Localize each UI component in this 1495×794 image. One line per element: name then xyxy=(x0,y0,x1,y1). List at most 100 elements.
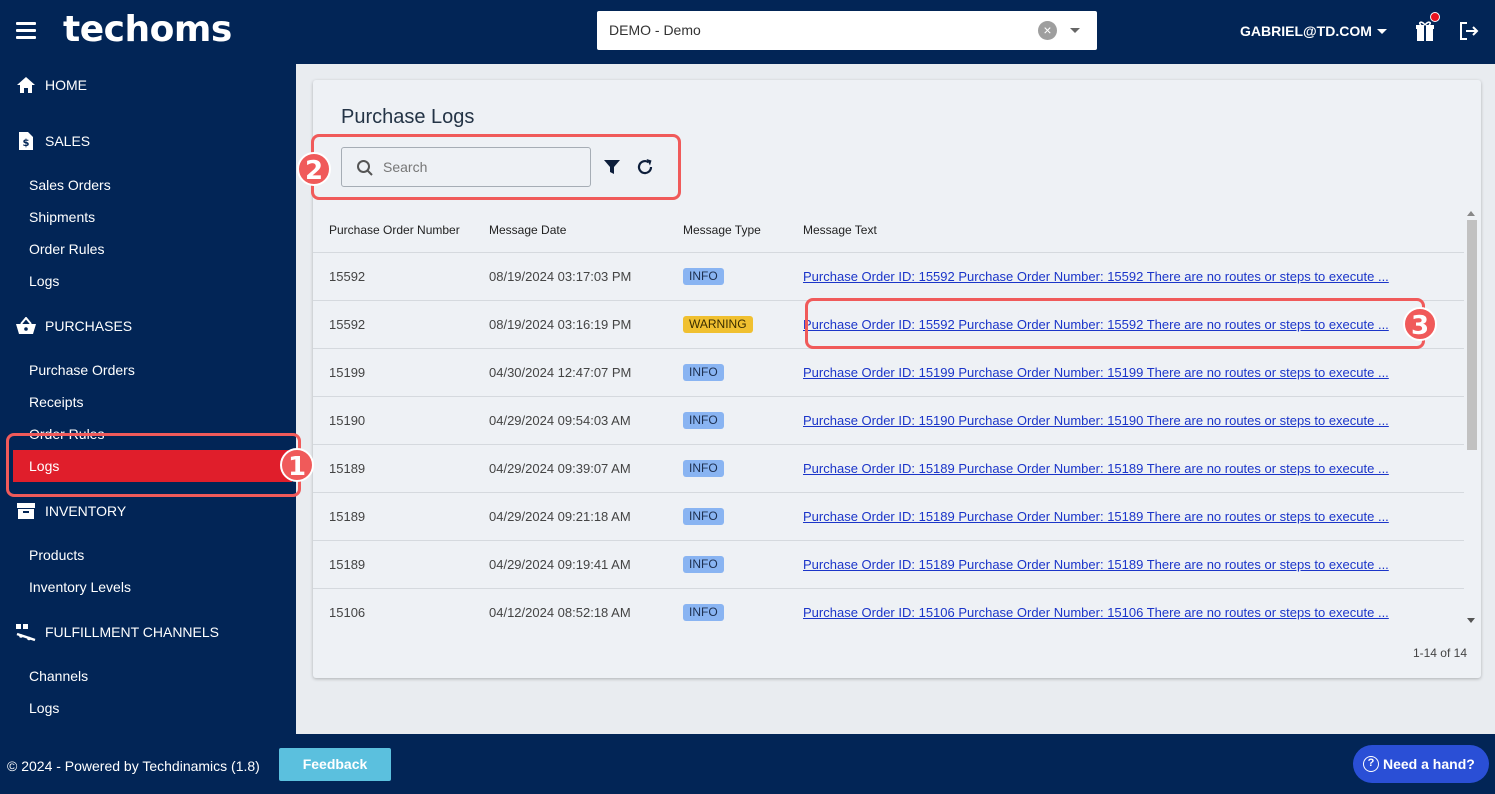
table-header-row: Purchase Order Number Message Date Messa… xyxy=(313,208,1464,253)
tenant-select[interactable]: DEMO - Demo × xyxy=(597,11,1097,50)
menu-icon[interactable] xyxy=(16,22,36,39)
svg-text:$: $ xyxy=(23,138,30,149)
sidebar-item-channel-logs[interactable]: Logs xyxy=(29,700,59,716)
message-type-badge: INFO xyxy=(683,507,724,525)
scroll-down-icon[interactable] xyxy=(1467,618,1475,623)
notification-dot xyxy=(1430,12,1440,22)
home-icon xyxy=(15,74,37,96)
sidebar-item-channels[interactable]: Channels xyxy=(29,668,88,684)
message-type-badge: INFO xyxy=(683,267,724,285)
sidebar-section-label: PURCHASES xyxy=(45,318,133,334)
sidebar-section-label: SALES xyxy=(45,133,91,149)
column-header-message-type[interactable]: Message Type xyxy=(683,208,803,253)
message-date-cell: 08/19/2024 03:17:03 PM xyxy=(489,252,683,301)
sidebar-item-receipts[interactable]: Receipts xyxy=(29,394,83,410)
chevron-down-icon[interactable] xyxy=(1070,28,1080,33)
sidebar-item-shipments[interactable]: Shipments xyxy=(29,209,95,225)
sidebar-section-label: INVENTORY xyxy=(45,503,127,519)
po-number-cell: 15592 xyxy=(313,300,489,349)
message-date-cell: 04/29/2024 09:21:18 AM xyxy=(489,492,683,541)
po-number-cell: 15189 xyxy=(313,540,489,589)
message-type-badge: INFO xyxy=(683,459,724,477)
message-type-badge: INFO xyxy=(683,411,724,429)
message-type-badge: WARNING xyxy=(683,315,753,333)
question-icon: ? xyxy=(1363,756,1379,772)
message-text-link[interactable]: Purchase Order ID: 15106 Purchase Order … xyxy=(803,605,1389,620)
message-text-link[interactable]: Purchase Order ID: 15189 Purchase Order … xyxy=(803,461,1389,476)
sidebar-section-home[interactable]: HOME xyxy=(15,74,87,96)
sidebar-item-purchase-orders[interactable]: Purchase Orders xyxy=(29,362,135,378)
message-date-cell: 04/12/2024 08:52:18 AM xyxy=(489,588,683,628)
table-scrollbar[interactable] xyxy=(1464,208,1478,628)
column-header-message-text[interactable]: Message Text xyxy=(803,208,1464,253)
message-date-cell: 04/30/2024 12:47:07 PM xyxy=(489,348,683,397)
archive-icon xyxy=(15,500,37,522)
table-row[interactable]: 15189 04/29/2024 09:39:07 AM INFO Purcha… xyxy=(313,444,1464,493)
logout-icon[interactable] xyxy=(1458,20,1480,42)
scroll-up-icon[interactable] xyxy=(1467,211,1475,216)
message-type-badge: INFO xyxy=(683,603,724,621)
tenant-value: DEMO - Demo xyxy=(609,22,701,38)
annotation-box-3 xyxy=(805,298,1425,349)
document-dollar-icon: $ xyxy=(15,130,37,152)
po-number-cell: 15106 xyxy=(313,588,489,628)
user-chevron-down-icon[interactable] xyxy=(1377,29,1387,34)
copyright-text: © 2024 - Powered by Techdinamics (1.8) xyxy=(7,758,260,774)
po-number-cell: 15189 xyxy=(313,444,489,493)
column-header-message-date[interactable]: Message Date xyxy=(489,208,683,253)
annotation-box-2 xyxy=(311,134,681,200)
sidebar-item-products[interactable]: Products xyxy=(29,547,84,563)
message-text-link[interactable]: Purchase Order ID: 15189 Purchase Order … xyxy=(803,509,1389,524)
table-row[interactable]: 15189 04/29/2024 09:21:18 AM INFO Purcha… xyxy=(313,492,1464,541)
table-row[interactable]: 15189 04/29/2024 09:19:41 AM INFO Purcha… xyxy=(313,540,1464,589)
annotation-box-1 xyxy=(6,433,301,497)
message-date-cell: 04/29/2024 09:54:03 AM xyxy=(489,396,683,445)
clear-icon[interactable]: × xyxy=(1038,21,1057,40)
logs-table-container: Purchase Order Number Message Date Messa… xyxy=(313,208,1464,628)
sidebar-section-label: FULFILLMENT CHANNELS xyxy=(45,624,220,640)
sidebar-section-fulfillment-channels[interactable]: FULFILLMENT CHANNELS xyxy=(15,621,219,643)
footer: © 2024 - Powered by Techdinamics (1.8) F… xyxy=(0,734,1495,794)
conveyor-icon xyxy=(15,621,37,643)
help-button-label: Need a hand? xyxy=(1383,756,1475,772)
top-bar: techoms DEMO - Demo × GABRIEL@TD.COM xyxy=(0,0,1495,64)
table-row[interactable]: 15199 04/30/2024 12:47:07 PM INFO Purcha… xyxy=(313,348,1464,397)
message-text-link[interactable]: Purchase Order ID: 15189 Purchase Order … xyxy=(803,557,1389,572)
sidebar-item-inventory-levels[interactable]: Inventory Levels xyxy=(29,579,131,595)
annotation-marker-2: 2 xyxy=(297,152,331,186)
sidebar: HOME $ SALES Sales Orders Shipments Orde… xyxy=(0,64,296,734)
annotation-marker-3: 3 xyxy=(1403,307,1437,341)
po-number-cell: 15199 xyxy=(313,348,489,397)
sidebar-section-purchases[interactable]: PURCHASES xyxy=(15,315,132,337)
po-number-cell: 15190 xyxy=(313,396,489,445)
message-text-link[interactable]: Purchase Order ID: 15592 Purchase Order … xyxy=(803,269,1389,284)
feedback-button[interactable]: Feedback xyxy=(279,748,391,781)
sidebar-section-sales[interactable]: $ SALES xyxy=(15,130,90,152)
help-button[interactable]: ? Need a hand? xyxy=(1353,745,1489,783)
sidebar-item-sales-order-rules[interactable]: Order Rules xyxy=(29,241,104,257)
table-row[interactable]: 15190 04/29/2024 09:54:03 AM INFO Purcha… xyxy=(313,396,1464,445)
user-menu[interactable]: GABRIEL@TD.COM xyxy=(1240,23,1372,39)
logs-table: Purchase Order Number Message Date Messa… xyxy=(313,208,1464,628)
app-logo[interactable]: techoms xyxy=(63,9,232,50)
page-title: Purchase Logs xyxy=(341,106,475,128)
table-row[interactable]: 15592 08/19/2024 03:17:03 PM INFO Purcha… xyxy=(313,252,1464,301)
message-date-cell: 08/19/2024 03:16:19 PM xyxy=(489,300,683,349)
basket-icon xyxy=(15,315,37,337)
message-type-badge: INFO xyxy=(683,555,724,573)
message-type-badge: INFO xyxy=(683,363,724,381)
sidebar-item-sales-orders[interactable]: Sales Orders xyxy=(29,177,111,193)
message-text-link[interactable]: Purchase Order ID: 15199 Purchase Order … xyxy=(803,365,1389,380)
message-date-cell: 04/29/2024 09:39:07 AM xyxy=(489,444,683,493)
pagination-info: 1-14 of 14 xyxy=(1412,646,1467,660)
message-text-link[interactable]: Purchase Order ID: 15190 Purchase Order … xyxy=(803,413,1389,428)
message-date-cell: 04/29/2024 09:19:41 AM xyxy=(489,540,683,589)
scrollbar-thumb[interactable] xyxy=(1467,220,1477,450)
column-header-po-number[interactable]: Purchase Order Number xyxy=(313,208,489,253)
sidebar-section-label: HOME xyxy=(45,77,87,93)
po-number-cell: 15592 xyxy=(313,252,489,301)
sidebar-section-inventory[interactable]: INVENTORY xyxy=(15,500,126,522)
sidebar-item-sales-logs[interactable]: Logs xyxy=(29,273,59,289)
gift-icon[interactable] xyxy=(1415,12,1440,42)
table-row[interactable]: 15106 04/12/2024 08:52:18 AM INFO Purcha… xyxy=(313,588,1464,628)
